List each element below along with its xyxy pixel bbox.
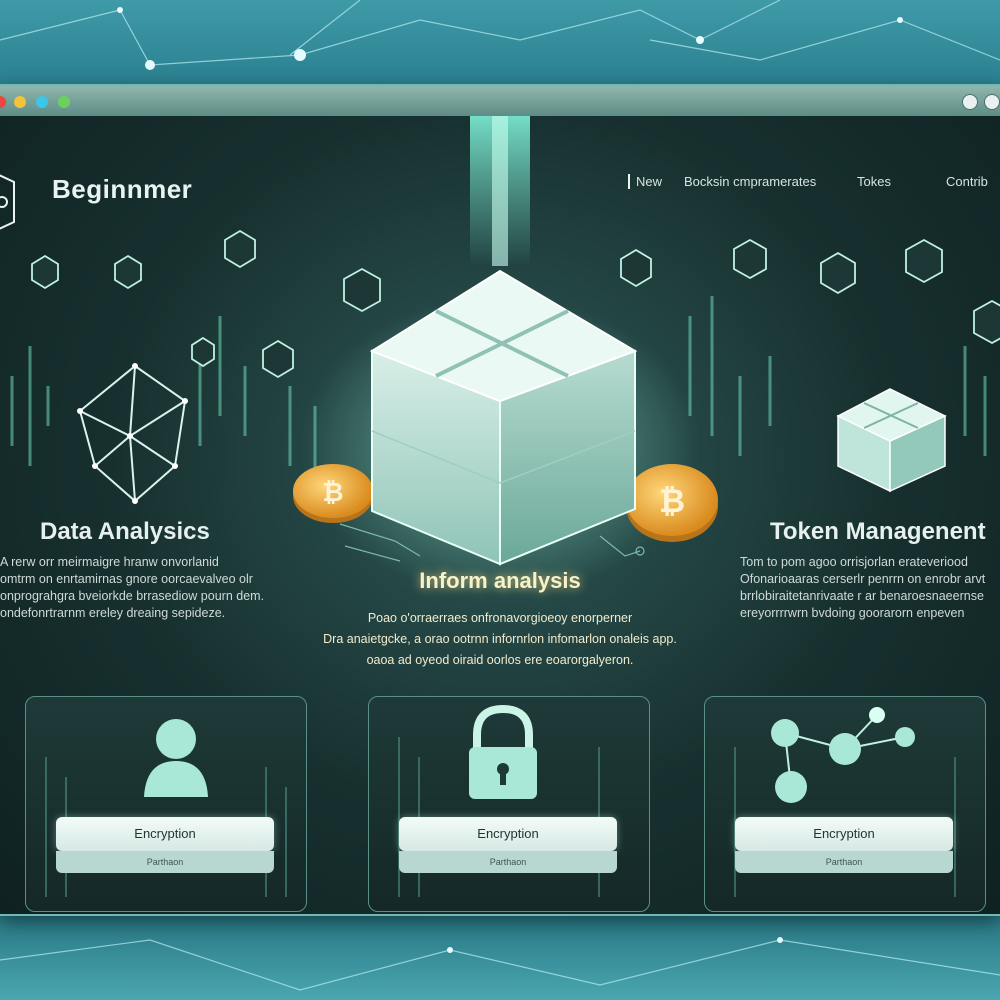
window-titlebar — [0, 86, 1000, 116]
encryption-button[interactable]: Encryption — [56, 817, 274, 851]
encryption-button[interactable]: Encryption — [735, 817, 953, 851]
nav-item-tokens[interactable]: Tokes — [857, 174, 891, 189]
encryption-card-network: Encryption Parthaon — [704, 696, 986, 912]
encryption-button[interactable]: Encryption — [399, 817, 617, 851]
card-subtext: Parthaon — [399, 851, 617, 873]
brand-name[interactable]: Beginnmer — [52, 174, 192, 205]
polyhedron-graphic — [78, 364, 187, 503]
minimize-dot[interactable] — [14, 96, 26, 108]
encryption-card-user: Encryption Parthaon — [25, 696, 307, 912]
fullscreen-dot[interactable] — [58, 96, 70, 108]
section-text-token-management: Tom to pom agoo orrisjorlan erateveriood… — [740, 555, 986, 620]
section-title-inform-analysis: Inform analysis — [419, 568, 581, 593]
nav-item-blockchain[interactable]: Bocksin cmpramerates — [684, 174, 816, 189]
window-control-icon[interactable] — [984, 94, 1000, 110]
page-content: ₿ ₿ Beginnmer New Bocksin cmpramerates T… — [0, 116, 1000, 914]
section-title-data-analytics: Data Analysics — [40, 518, 210, 545]
bitcoin-coin-right: ₿ — [626, 464, 718, 542]
nav-item-new[interactable]: New — [628, 174, 662, 189]
window-control-icon[interactable] — [962, 94, 978, 110]
card-subtext: Parthaon — [56, 851, 274, 873]
maximize-dot[interactable] — [36, 96, 48, 108]
card-subtext: Parthaon — [735, 851, 953, 873]
section-text-data-analytics: A rerw orr meirmaigre hranw onvorlanid o… — [0, 555, 265, 620]
lock-icon — [398, 704, 600, 897]
section-text-inform-analysis: Poao o'orraerraes onfronavorgioeoy enorp… — [323, 611, 677, 667]
app-window: ₿ ₿ Beginnmer New Bocksin cmpramerates T… — [0, 86, 1000, 914]
bitcoin-coin-left: ₿ — [293, 464, 373, 523]
network-icon — [734, 707, 956, 897]
section-title-token-management: Token Managenent — [770, 518, 986, 545]
svg-text:₿: ₿ — [659, 482, 685, 520]
user-icon — [45, 719, 287, 897]
token-cube-graphic — [836, 388, 947, 493]
svg-text:₿: ₿ — [322, 478, 343, 508]
nav-item-contrib[interactable]: Contrib — [946, 174, 988, 189]
encryption-card-lock: Encryption Parthaon — [368, 696, 650, 912]
brand-logo-icon — [0, 174, 15, 230]
close-dot[interactable] — [0, 96, 6, 108]
